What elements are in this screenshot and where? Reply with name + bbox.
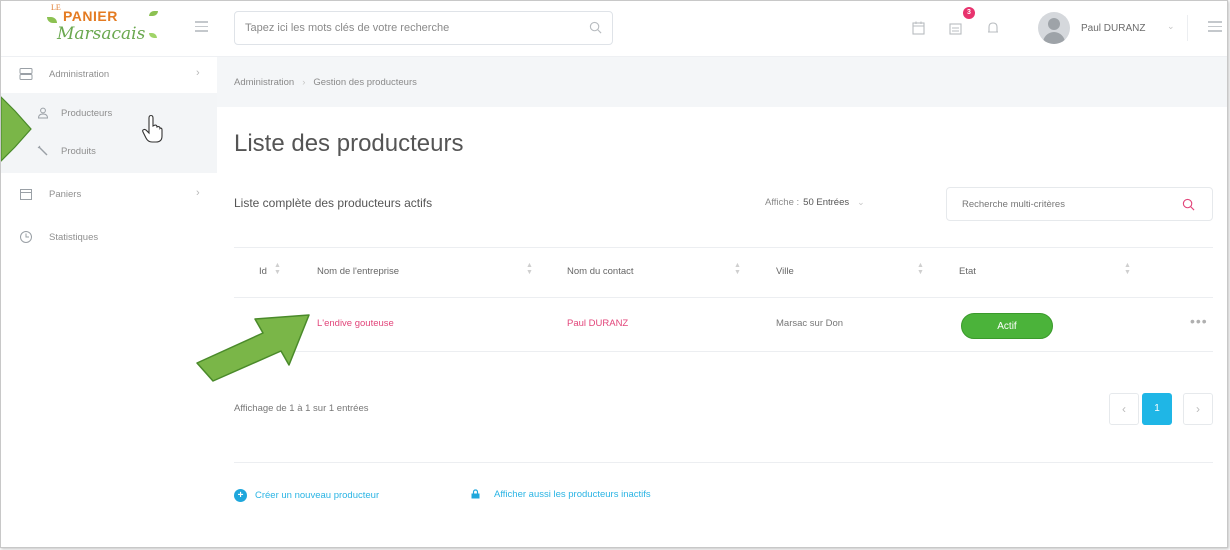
server-icon xyxy=(19,68,33,80)
search-icon[interactable] xyxy=(589,21,602,34)
create-producer-link[interactable]: + Créer un nouveau producteur xyxy=(234,489,379,502)
producers-table: Id ▲ ▼ Nom de l'entreprise ▲ ▼ Nom du cont… xyxy=(234,247,1213,352)
sidebar-item-statistiques[interactable]: Statistiques xyxy=(1,220,217,256)
hand-cursor-icon xyxy=(142,114,163,143)
city-cell: Marsac sur Don xyxy=(776,318,844,329)
logo-script-text: Marsacais xyxy=(57,24,146,44)
sidebar-item-administration[interactable]: Administration › xyxy=(1,57,217,93)
leaf-decoration xyxy=(149,11,158,16)
divider xyxy=(1187,15,1188,41)
chevron-down-icon[interactable]: ⌄ xyxy=(857,197,865,207)
calendar-icon[interactable] xyxy=(910,19,928,37)
sort-icon[interactable]: ▲ ▼ xyxy=(1124,262,1131,276)
carrot-icon xyxy=(37,145,48,156)
sidebar-toggle-icon[interactable] xyxy=(195,21,208,33)
status-badge[interactable]: Actif xyxy=(961,313,1053,339)
logo[interactable]: LE PANIER Marsacais xyxy=(45,3,165,53)
user-icon xyxy=(37,107,49,119)
pagination-prev-button[interactable]: ‹ xyxy=(1109,393,1139,425)
sort-icon[interactable]: ▲ ▼ xyxy=(526,262,533,276)
breadcrumb-item[interactable]: Administration xyxy=(234,77,294,88)
sidebar-item-produits[interactable]: Produits xyxy=(1,133,217,171)
sidebar-item-label: Paniers xyxy=(49,189,82,200)
entries-selector[interactable]: Affiche :50 Entrées ⌄ xyxy=(765,197,865,208)
column-header-id[interactable]: Id xyxy=(259,266,267,277)
divider xyxy=(234,462,1213,463)
app-window: LE PANIER Marsacais 3 Paul DURANZ ⌄ Admi… xyxy=(0,0,1228,548)
plus-icon: + xyxy=(234,489,247,502)
annotation-arrow xyxy=(1,96,32,162)
main-content: Administration › Gestion des producteurs L… xyxy=(217,57,1227,547)
username[interactable]: Paul DURANZ xyxy=(1081,23,1145,34)
show-inactive-link[interactable]: Afficher aussi les producteurs inactifs xyxy=(471,489,651,500)
table-row: L'endive gouteuse Paul DURANZ Marsac sur… xyxy=(234,298,1213,352)
lock-icon xyxy=(471,489,480,499)
avatar[interactable] xyxy=(1038,12,1070,44)
entries-label: Affiche : xyxy=(765,197,800,208)
calendar-icon xyxy=(20,189,32,200)
company-link[interactable]: L'endive gouteuse xyxy=(317,318,394,329)
more-actions-icon[interactable]: ••• xyxy=(1190,313,1208,329)
column-header-city[interactable]: Ville xyxy=(776,266,794,277)
annotation-arrow xyxy=(196,314,310,382)
sort-icon[interactable]: ▲ ▼ xyxy=(917,262,924,276)
breadcrumb: Administration › Gestion des producteurs xyxy=(234,77,417,88)
pagination-next-button[interactable]: › xyxy=(1183,393,1213,425)
notification-badge: 3 xyxy=(963,7,975,19)
basket-icon[interactable] xyxy=(947,19,965,37)
table-header: Id ▲ ▼ Nom de l'entreprise ▲ ▼ Nom du cont… xyxy=(234,247,1213,298)
breadcrumb-item: Gestion des producteurs xyxy=(313,77,417,88)
global-search-input[interactable] xyxy=(235,12,565,44)
chevron-down-icon[interactable]: ⌄ xyxy=(1167,21,1175,32)
contact-link[interactable]: Paul DURANZ xyxy=(567,318,628,329)
bell-icon[interactable] xyxy=(984,19,1002,37)
section-subtitle: Liste complète des producteurs actifs xyxy=(234,196,433,210)
chevron-right-icon: › xyxy=(196,67,200,79)
sidebar-item-label: Administration xyxy=(49,69,110,80)
pagination-page-button[interactable]: 1 xyxy=(1142,393,1172,425)
sidebar: Administration › Producteurs Produits Pa… xyxy=(1,57,217,547)
entries-value[interactable]: 50 Entrées xyxy=(803,197,849,208)
show-inactive-label: Afficher aussi les producteurs inactifs xyxy=(494,489,651,500)
sidebar-item-label: Produits xyxy=(61,146,96,157)
logo-main-text: PANIER xyxy=(63,8,118,24)
clock-icon xyxy=(20,231,32,243)
sidebar-item-label: Producteurs xyxy=(61,108,113,119)
leaf-decoration xyxy=(47,17,57,23)
logo-top-text: LE xyxy=(51,3,61,12)
sidebar-item-paniers[interactable]: Paniers › xyxy=(1,177,217,213)
column-header-contact[interactable]: Nom du contact xyxy=(567,266,634,277)
column-header-status[interactable]: Etat xyxy=(959,266,976,277)
pagination-info: Affichage de 1 à 1 sur 1 entrées xyxy=(234,403,369,414)
menu-icon[interactable] xyxy=(1208,21,1222,35)
leaf-decoration xyxy=(149,33,157,38)
sidebar-item-label: Statistiques xyxy=(49,232,99,243)
filter-search xyxy=(946,187,1213,221)
global-search xyxy=(234,11,613,45)
column-header-company[interactable]: Nom de l'entreprise xyxy=(317,266,399,277)
top-bar: LE PANIER Marsacais 3 Paul DURANZ ⌄ xyxy=(1,1,1227,57)
sidebar-item-producteurs[interactable]: Producteurs xyxy=(1,95,217,133)
sidebar-submenu: Producteurs Produits xyxy=(1,93,217,173)
filter-search-input[interactable] xyxy=(947,188,1167,220)
create-producer-label: Créer un nouveau producteur xyxy=(255,490,380,502)
page-title: Liste des producteurs xyxy=(234,130,464,157)
search-icon[interactable] xyxy=(1182,198,1195,211)
chevron-right-icon: › xyxy=(196,187,200,199)
sort-icon[interactable]: ▲ ▼ xyxy=(274,262,281,276)
sort-icon[interactable]: ▲ ▼ xyxy=(734,262,741,276)
breadcrumb-bar: Administration › Gestion des producteurs xyxy=(217,57,1227,107)
